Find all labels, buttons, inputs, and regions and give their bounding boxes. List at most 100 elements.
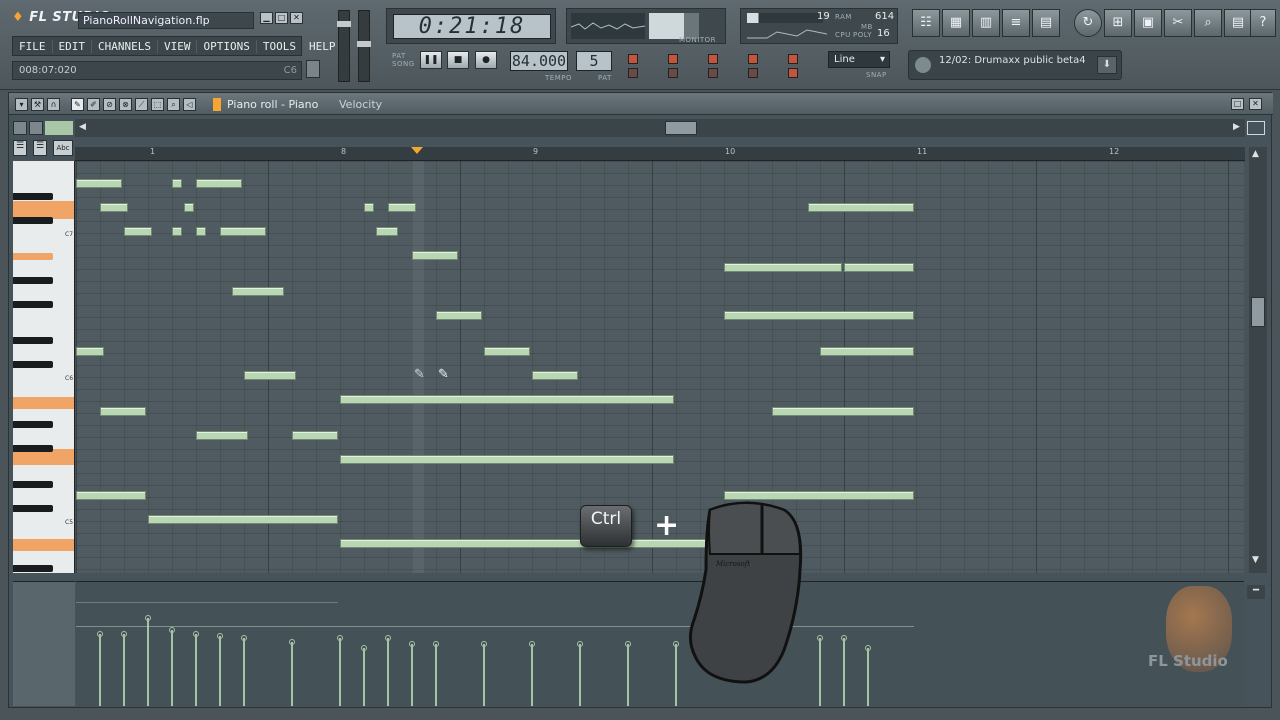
note[interactable] xyxy=(76,347,104,356)
horizontal-scroll-thumb[interactable] xyxy=(665,121,697,135)
note[interactable] xyxy=(100,407,146,416)
mute-icon[interactable]: ⊗ xyxy=(119,98,132,111)
slice-icon[interactable]: ⟋ xyxy=(135,98,148,111)
save-icon[interactable]: ▣ xyxy=(1134,9,1162,37)
zoom-tool-icon[interactable]: ⌕ xyxy=(167,98,180,111)
scroll-right-icon[interactable]: ▶ xyxy=(1233,122,1240,132)
delete-icon[interactable]: ⊘ xyxy=(103,98,116,111)
document-icon[interactable]: ▤ xyxy=(1224,9,1252,37)
menu-edit[interactable]: EDIT xyxy=(53,39,92,53)
note[interactable] xyxy=(148,515,338,524)
note[interactable] xyxy=(172,227,182,236)
maximize-button[interactable]: □ xyxy=(275,12,288,24)
scroll-up-icon[interactable]: ▲ xyxy=(1252,149,1259,159)
paint-icon[interactable]: ✐ xyxy=(87,98,100,111)
cut-icon[interactable]: ✂ xyxy=(1164,9,1192,37)
note[interactable] xyxy=(724,311,914,320)
master-pitch-slider[interactable] xyxy=(357,10,371,82)
piano-keyboard[interactable]: C7 C6 C5 xyxy=(13,161,75,573)
note[interactable] xyxy=(412,251,458,260)
close-button[interactable]: ✕ xyxy=(290,12,303,24)
note[interactable] xyxy=(820,347,914,356)
lane-collapse-icon[interactable]: ━ xyxy=(1247,585,1265,599)
note[interactable] xyxy=(220,227,266,236)
note[interactable] xyxy=(76,179,122,188)
horizontal-scrollbar[interactable]: ◀ ▶ xyxy=(75,119,1245,137)
tool-toggle-9[interactable] xyxy=(748,68,758,78)
note[interactable] xyxy=(232,287,284,296)
step-sequencer-icon[interactable]: ▦ xyxy=(942,9,970,37)
note[interactable] xyxy=(100,203,128,212)
minimize-button[interactable]: ▁ xyxy=(260,12,273,24)
tool-toggle-2[interactable] xyxy=(668,54,678,64)
playback-icon[interactable]: ◁ xyxy=(183,98,196,111)
vertical-scroll-thumb[interactable] xyxy=(1251,297,1265,327)
stamp-icon[interactable]: ☰ xyxy=(13,140,27,156)
note[interactable] xyxy=(532,371,578,380)
select-icon[interactable]: ⬚ xyxy=(151,98,164,111)
note[interactable] xyxy=(376,227,398,236)
note[interactable] xyxy=(292,431,338,440)
menu-view[interactable]: VIEW xyxy=(158,39,198,53)
detach-icon[interactable] xyxy=(1247,121,1265,135)
pat-mode-label[interactable]: PAT xyxy=(392,52,415,60)
magnet-icon[interactable]: ∩ xyxy=(47,98,60,111)
note[interactable] xyxy=(484,347,530,356)
scroll-down-icon[interactable]: ▼ xyxy=(1252,555,1259,565)
event-target-select[interactable]: Velocity xyxy=(339,98,382,111)
pencil-icon[interactable]: ✎ xyxy=(71,98,84,111)
stop-button[interactable]: ■ xyxy=(447,51,469,69)
tool-toggle-5[interactable] xyxy=(788,54,798,64)
tool-toggle-4[interactable] xyxy=(748,54,758,64)
piano-roll-title[interactable]: Piano roll - Piano xyxy=(227,98,318,111)
browser-icon[interactable]: ≡ xyxy=(1002,9,1030,37)
menu-tools[interactable]: TOOLS xyxy=(257,39,303,53)
note[interactable] xyxy=(196,431,248,440)
playhead-marker[interactable] xyxy=(411,147,423,154)
menu-options[interactable]: OPTIONS xyxy=(197,39,257,53)
refresh-icon[interactable]: ↻ xyxy=(1074,9,1102,37)
note[interactable] xyxy=(340,539,706,548)
tools-icon[interactable]: ⚒ xyxy=(31,98,44,111)
pattern-number-display[interactable]: 5 xyxy=(576,51,612,71)
tool-toggle-10[interactable] xyxy=(788,68,798,78)
piano-roll-icon[interactable]: ▥ xyxy=(972,9,1000,37)
vertical-scrollbar[interactable]: ▲ ▼ xyxy=(1249,147,1267,573)
mixer-icon[interactable]: ▤ xyxy=(1032,9,1060,37)
snap-select[interactable]: Line ▾ xyxy=(828,51,890,68)
tool-toggle-1[interactable] xyxy=(628,54,638,64)
zoom-icon[interactable]: ⌕ xyxy=(1194,9,1222,37)
note[interactable] xyxy=(172,179,182,188)
note[interactable] xyxy=(184,203,194,212)
tool-toggle-8[interactable] xyxy=(708,68,718,78)
tempo-display[interactable]: 84.000 xyxy=(510,51,568,71)
note[interactable] xyxy=(364,203,374,212)
note[interactable] xyxy=(196,227,206,236)
chord-icon[interactable]: ☰ xyxy=(33,140,47,156)
note[interactable] xyxy=(340,455,674,464)
bar-ruler[interactable]: 1 8 9 10 11 12 xyxy=(75,147,1245,161)
record-button[interactable]: ● xyxy=(475,51,497,69)
zoom-in-icon[interactable] xyxy=(29,121,43,135)
note[interactable] xyxy=(808,203,914,212)
tool-toggle-3[interactable] xyxy=(708,54,718,64)
zoom-out-icon[interactable] xyxy=(13,121,27,135)
menu-file[interactable]: FILE xyxy=(13,39,53,53)
note[interactable] xyxy=(436,311,482,320)
note[interactable] xyxy=(76,491,146,500)
pause-button[interactable]: ❚❚ xyxy=(420,51,442,69)
note[interactable] xyxy=(724,491,914,500)
note[interactable] xyxy=(124,227,152,236)
note[interactable] xyxy=(340,395,674,404)
note[interactable] xyxy=(244,371,296,380)
window-close-button[interactable]: ✕ xyxy=(1249,98,1262,110)
options-menu-icon[interactable]: ▾ xyxy=(15,98,28,111)
master-volume-slider[interactable] xyxy=(337,10,351,82)
download-icon[interactable]: ⬇ xyxy=(1097,56,1117,74)
playlist-icon[interactable]: ☷ xyxy=(912,9,940,37)
menu-help[interactable]: HELP xyxy=(303,40,342,53)
scroll-left-icon[interactable]: ◀ xyxy=(79,122,86,132)
help-icon[interactable]: ? xyxy=(1250,9,1276,37)
note-names-icon[interactable]: Abc xyxy=(53,140,73,156)
note-color-swatch[interactable] xyxy=(45,121,73,135)
